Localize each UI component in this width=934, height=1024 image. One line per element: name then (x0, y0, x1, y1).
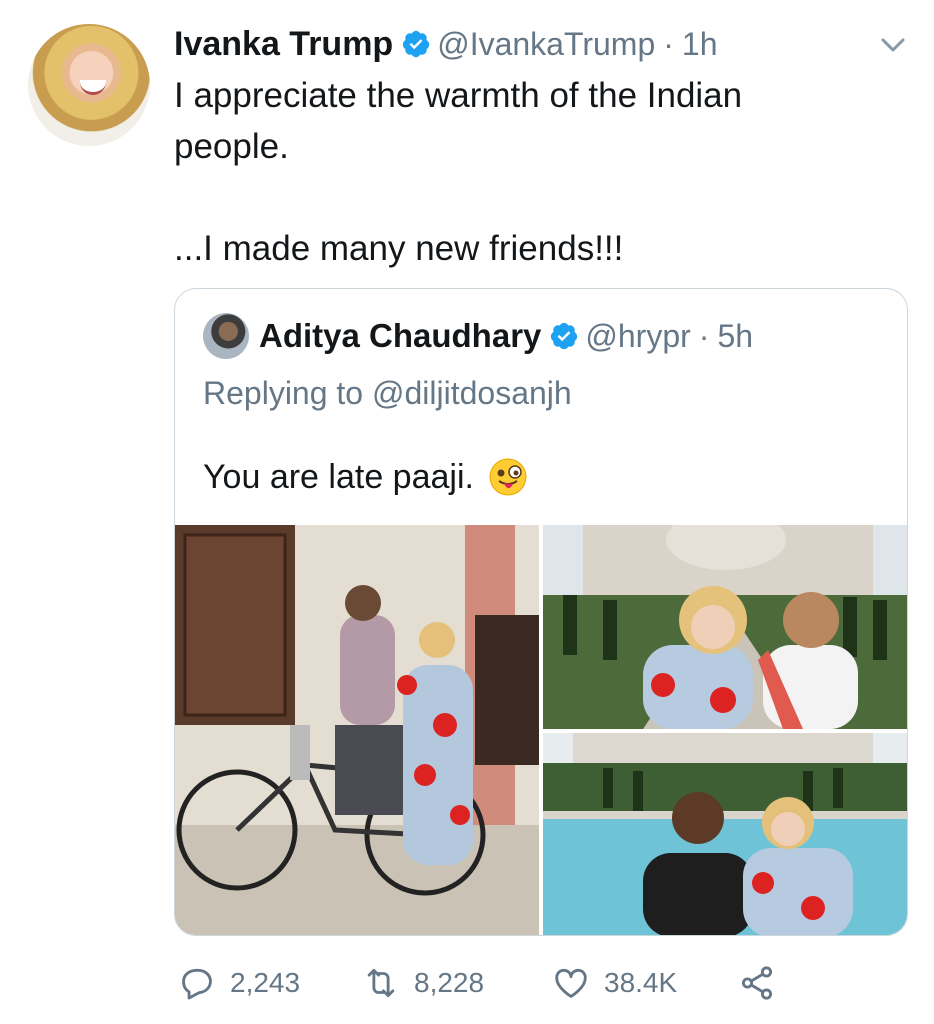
quoted-tweet-text: You are late paaji. (203, 457, 474, 496)
reply-icon (182, 968, 212, 1000)
quoted-tweet-time[interactable]: 5h (717, 318, 753, 355)
like-count: 38.4K (604, 967, 678, 998)
separator-dot: · (663, 25, 674, 62)
like-button[interactable]: 38.4K (552, 958, 677, 1008)
quoted-tweet-text-row: You are late paaji. (203, 457, 528, 497)
taj-mahal-photo-2[interactable] (543, 733, 907, 935)
tweet-time[interactable]: 1h (682, 26, 718, 63)
heart-icon (555, 968, 587, 998)
share-button[interactable] (738, 958, 776, 1008)
tweet-text: I appreciate the warmth of the Indian pe… (174, 76, 743, 268)
tweet-actions: 2,243 8,228 38.4K (0, 958, 934, 1008)
taj-mahal-photo-1[interactable] (543, 525, 907, 729)
author-avatar[interactable] (28, 24, 150, 146)
quoted-author-handle[interactable]: @hrypr (585, 318, 690, 355)
share-icon (741, 966, 773, 1000)
reply-count: 2,243 (230, 967, 301, 998)
avatar-detail (80, 80, 106, 95)
verified-badge-icon (401, 29, 431, 59)
retweet-button[interactable]: 8,228 (362, 958, 484, 1008)
reply-button[interactable]: 2,243 (178, 958, 300, 1008)
quoted-tweet[interactable]: Aditya Chaudhary @hrypr · 5h Replying to… (174, 288, 908, 936)
retweet-count: 8,228 (414, 967, 485, 998)
quoted-author-avatar[interactable] (203, 313, 249, 359)
retweet-icon (367, 968, 395, 998)
verified-badge-icon (549, 321, 579, 351)
media-grid (175, 525, 907, 935)
chevron-down-icon[interactable] (878, 34, 908, 56)
bicycle-photo[interactable] (175, 525, 539, 935)
author-name[interactable]: Ivanka Trump (174, 25, 393, 64)
quoted-author-name[interactable]: Aditya Chaudhary (259, 317, 541, 355)
winking-face-with-tongue-emoji-icon (488, 457, 528, 497)
replying-to[interactable]: Replying to @diljitdosanjh (203, 375, 572, 412)
quoted-tweet-header: Aditya Chaudhary @hrypr · 5h (259, 313, 753, 359)
tweet-header: Ivanka Trump @IvankaTrump · 1h (174, 22, 717, 66)
separator-dot: · (698, 317, 710, 354)
author-handle[interactable]: @IvankaTrump (437, 26, 655, 63)
